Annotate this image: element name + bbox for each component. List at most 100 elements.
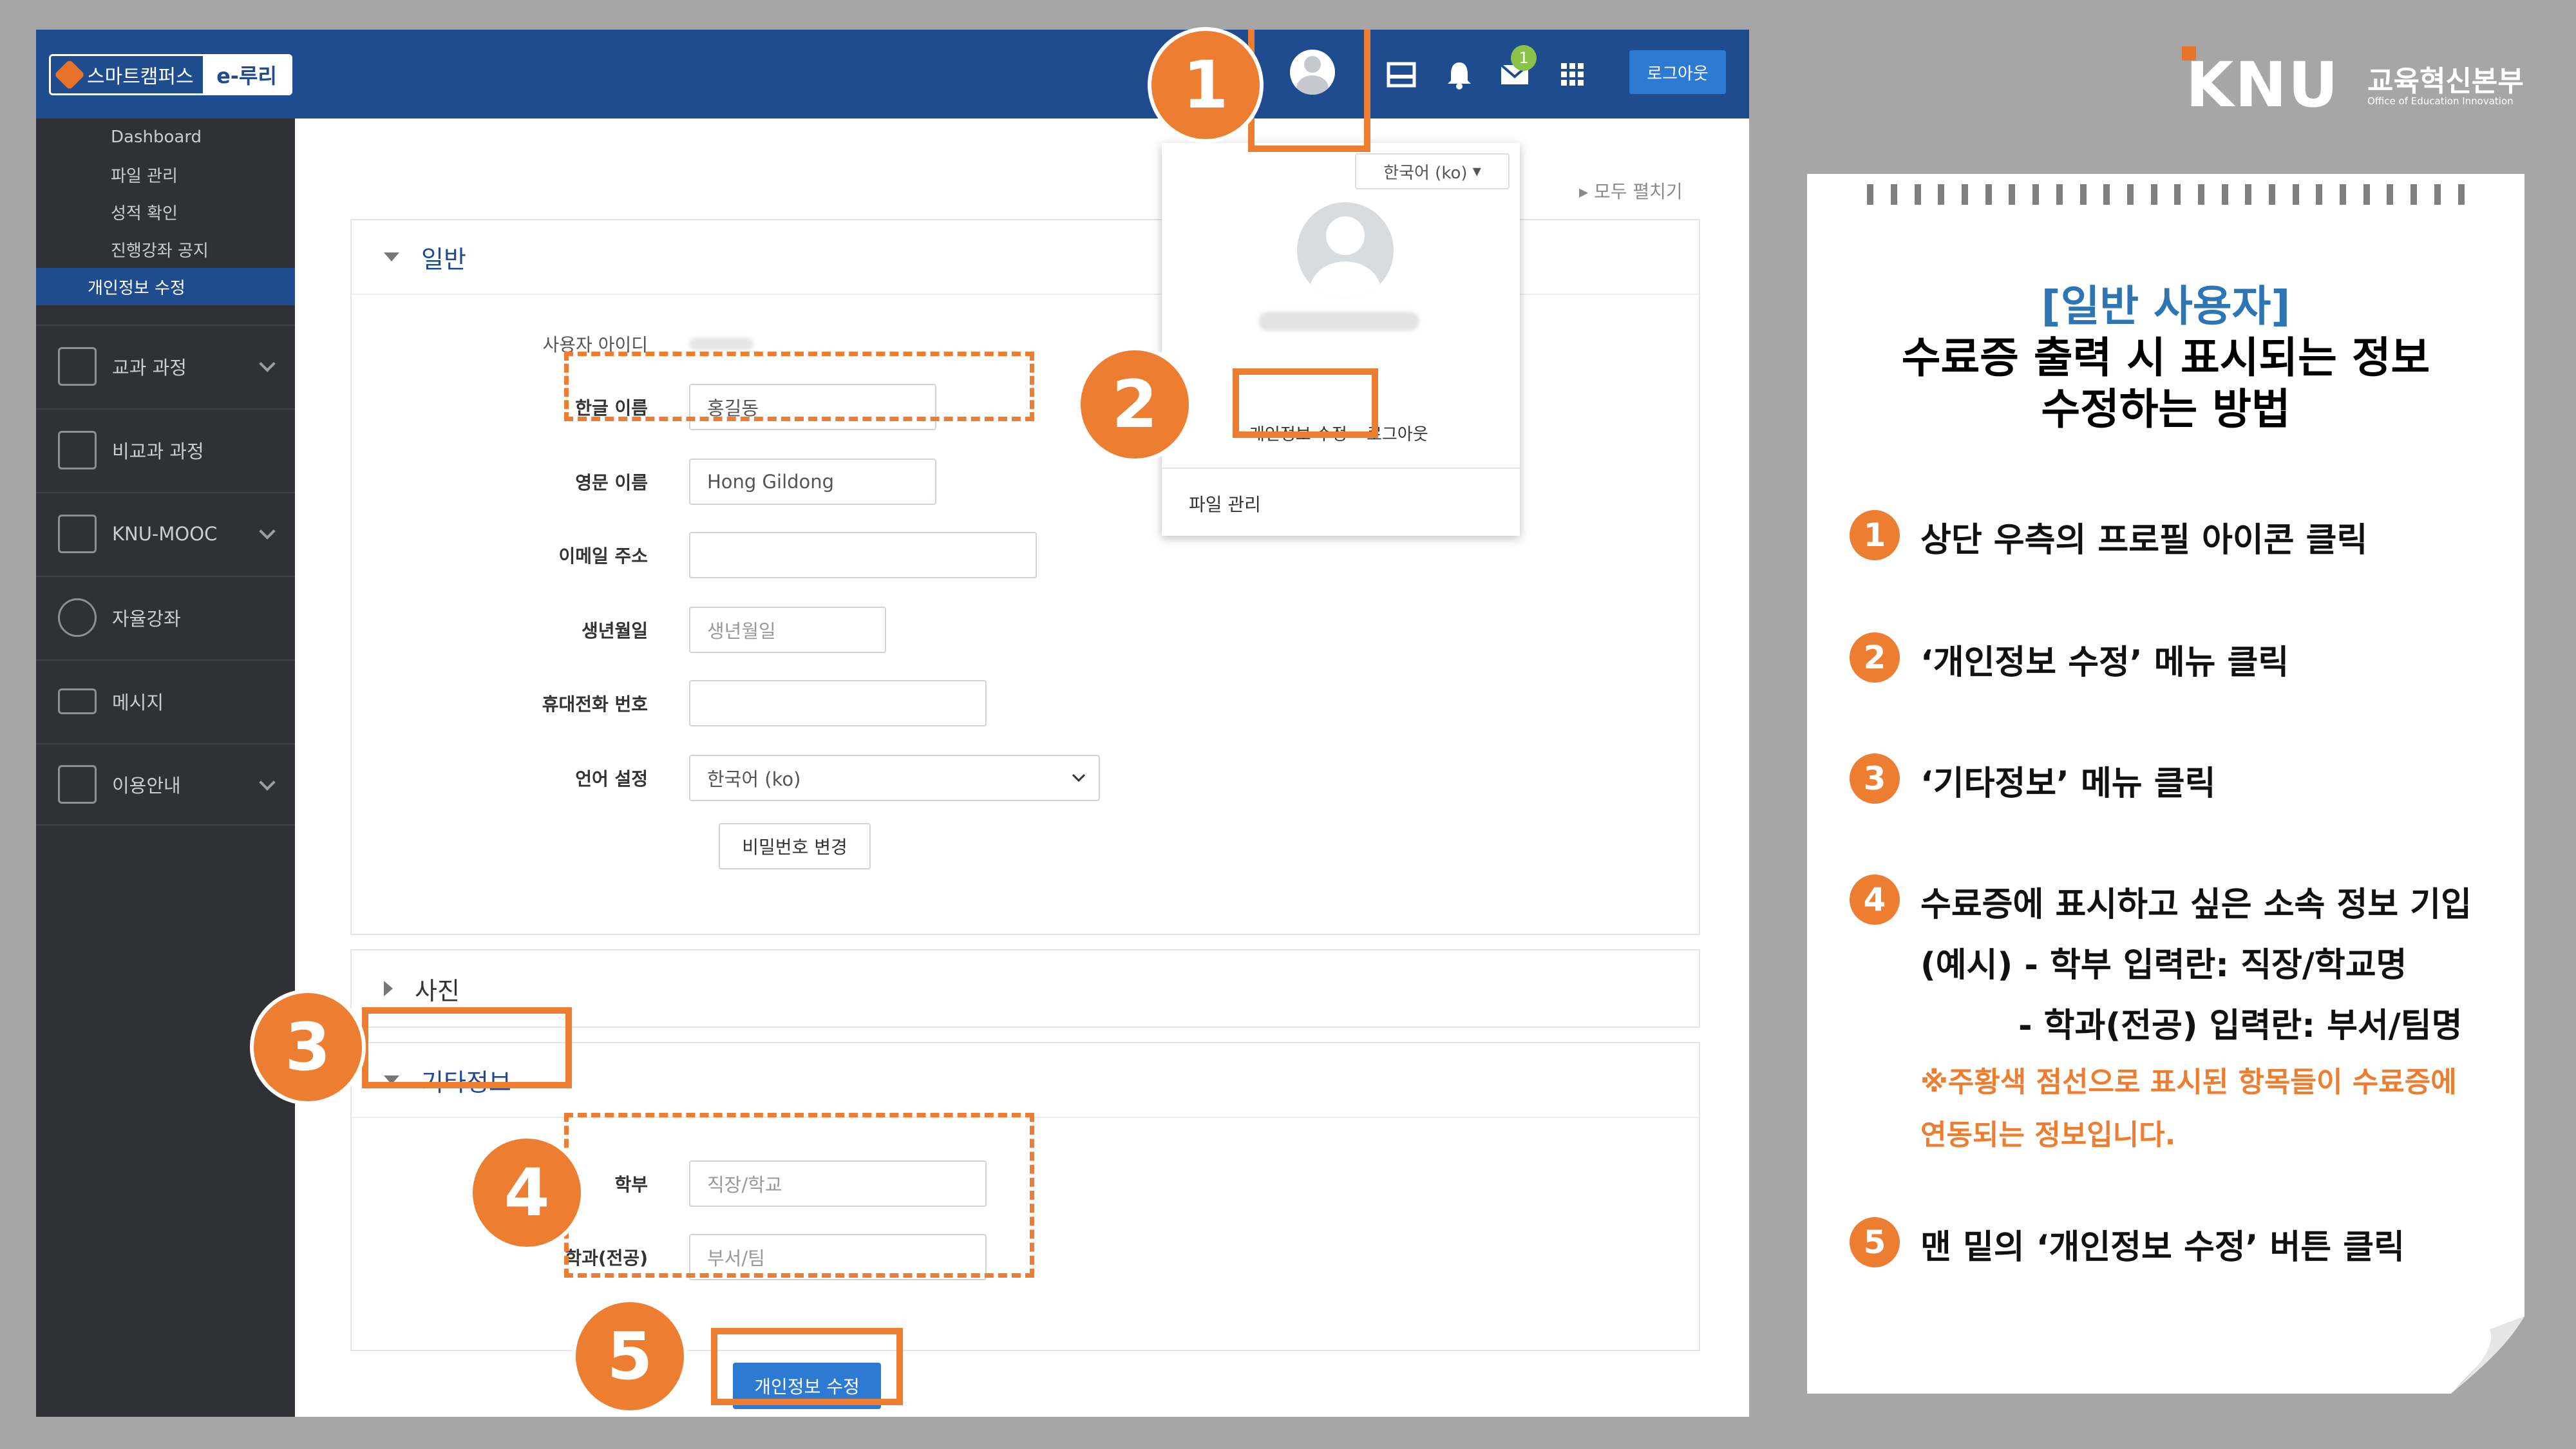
sidebar-item-label: 교과 과정 (112, 357, 187, 379)
sidebar-item-label: 자율강좌 (112, 608, 181, 630)
step-1-number: 1 (1850, 510, 1900, 560)
knu-logo: KNU (2186, 49, 2340, 121)
brand-name-kr: 교육혁신본부 (2367, 65, 2524, 98)
highlight-save-button (711, 1328, 903, 1405)
map-icon (58, 765, 97, 804)
people-icon (58, 598, 97, 637)
email-input[interactable] (689, 532, 1037, 578)
dropdown-divider (1162, 468, 1520, 469)
knu-brand: KNU 교육혁신본부 Office of Education Innovatio… (2182, 37, 2533, 121)
step-4-number: 4 (1850, 875, 1900, 925)
bell-icon[interactable] (1434, 49, 1485, 100)
phone-input[interactable] (689, 680, 987, 726)
callout-1: 1 (1148, 27, 1264, 143)
field-english-name: 영문 이름 Hong Gildong (352, 459, 936, 505)
apps-grid-icon[interactable] (1547, 49, 1598, 100)
chevron-down-icon (259, 523, 276, 540)
user-avatar-icon (1297, 202, 1394, 299)
step-5-number: 5 (1850, 1217, 1900, 1267)
monitor-icon (58, 515, 97, 553)
sidebar-item-label: 메시지 (112, 692, 164, 714)
birthday-input[interactable]: 생년월일 (689, 607, 886, 653)
step-4-text: 수료증에 표시하고 싶은 소속 정보 기입 (1920, 886, 2472, 924)
sidebar-sub-dashboard[interactable]: Dashboard (36, 118, 295, 156)
language-label: 언어 설정 (575, 768, 648, 790)
field-phone: 휴대전화 번호 (352, 680, 987, 726)
language-select[interactable]: 한국어 (ko) (689, 755, 1100, 801)
logout-button[interactable]: 로그아웃 (1629, 50, 1726, 94)
sidebar-item-guide[interactable]: 이용안내 (36, 743, 295, 826)
logo-brand: e-루리 (203, 56, 290, 93)
page-curl-icon (2451, 1316, 2524, 1394)
step-3-text: ‘기타정보’ 메뉴 클릭 (1920, 764, 2216, 803)
dropdown-language-select[interactable]: 한국어 (ko) ▾ (1355, 153, 1510, 189)
step-2-text: ‘개인정보 수정’ 메뉴 클릭 (1920, 643, 2289, 682)
sidebar-sub-notices[interactable]: 진행강좌 공지 (36, 231, 295, 268)
callout-4: 4 (469, 1135, 585, 1251)
sidebar-item-self-study[interactable]: 자율강좌 (36, 576, 295, 658)
english-name-label: 영문 이름 (575, 472, 648, 493)
brand-name-en: Office of Education Innovation (2367, 95, 2514, 107)
step-4-note-1: ※주황색 점선으로 표시된 항목들이 수료증에 (1920, 1066, 2457, 1099)
sidebar-item-label: KNU-MOOC (112, 523, 218, 545)
notepad-binding (1807, 184, 2524, 205)
section-title: 사진 (415, 976, 460, 1005)
step-4-example-1: (예시) - 학부 입력란: 직장/학교명 (1920, 946, 2407, 985)
english-name-input[interactable]: Hong Gildong (689, 459, 936, 505)
sidebar-sub-edit-profile[interactable]: 개인정보 수정 (36, 268, 295, 305)
collapse-triangle-icon (384, 252, 399, 261)
change-password-button[interactable]: 비밀번호 변경 (719, 823, 871, 869)
lms-window: 스마트캠퍼스 e-루리 1 로그아웃 Dashboard 파일 관리 성적 확인… (36, 30, 1749, 1417)
callout-3: 3 (250, 989, 366, 1105)
highlight-korean-name (564, 352, 1034, 421)
callout-5: 5 (572, 1298, 688, 1414)
highlight-profile-icon (1248, 30, 1370, 152)
highlight-edit-profile-menu (1233, 368, 1378, 438)
expand-all-link[interactable]: ▸ 모두 펼치기 (1579, 178, 1683, 204)
phone-label: 휴대전화 번호 (542, 694, 648, 715)
field-birthday: 생년월일 생년월일 (352, 607, 886, 653)
birthday-label: 생년월일 (581, 620, 648, 641)
message-count-badge: 1 (1511, 45, 1537, 71)
envelope-icon (58, 688, 97, 714)
highlight-affiliation (564, 1113, 1034, 1278)
highlight-other-info (362, 1007, 572, 1088)
dropdown-file-manage-link[interactable]: 파일 관리 (1189, 491, 1261, 516)
section-title: 일반 (421, 245, 466, 274)
chevron-down-icon (259, 355, 276, 372)
step-4-example-2: - 학과(전공) 입력란: 부서/팀명 (2018, 1007, 2463, 1045)
step-3-number: 3 (1850, 753, 1900, 804)
card-icon[interactable] (1376, 49, 1427, 100)
sidebar-item-curriculum[interactable]: 교과 과정 (36, 325, 295, 407)
expand-triangle-icon (384, 981, 393, 996)
sidebar: Dashboard 파일 관리 성적 확인 진행강좌 공지 개인정보 수정 교과… (36, 118, 295, 1417)
guide-panel: [일반 사용자] 수료증 출력 시 표시되는 정보 수정하는 방법 1 상단 우… (1807, 174, 2524, 1394)
sidebar-item-label: 이용안내 (112, 775, 181, 797)
sidebar-sub-grades[interactable]: 성적 확인 (36, 193, 295, 231)
sidebar-item-extracurricular[interactable]: 비교과 과정 (36, 408, 295, 491)
profile-dropdown: 한국어 (ko) ▾ 개인정보 수정 로그아웃 파일 관리 (1162, 143, 1520, 536)
field-email: 이메일 주소 (352, 532, 1037, 578)
step-5-text: 맨 밑의 ‘개인정보 수정’ 버튼 클릭 (1920, 1228, 2405, 1267)
step-1-text: 상단 우측의 프로필 아이콘 클릭 (1920, 521, 2368, 560)
open-book-icon (58, 431, 97, 469)
field-language: 언어 설정 한국어 (ko) (352, 755, 1100, 801)
step-2-number: 2 (1850, 632, 1900, 683)
chevron-down-icon (259, 774, 276, 791)
callout-2: 2 (1077, 346, 1193, 462)
guide-title-line2: 수정하는 방법 (2041, 384, 2291, 434)
book-icon (58, 347, 97, 386)
sidebar-item-knu-mooc[interactable]: KNU-MOOC (36, 492, 295, 574)
user-name-blurred (1258, 312, 1419, 331)
logo-text: 스마트캠퍼스 (87, 66, 194, 88)
email-label: 이메일 주소 (558, 545, 648, 567)
sidebar-sub-files[interactable]: 파일 관리 (36, 156, 295, 193)
sidebar-item-messages[interactable]: 메시지 (36, 659, 295, 742)
chevron-down-icon (1072, 773, 1086, 782)
logo-mark-icon (53, 59, 86, 91)
smart-campus-logo[interactable]: 스마트캠퍼스 e-루리 (49, 54, 292, 95)
top-navbar: 스마트캠퍼스 e-루리 1 로그아웃 (36, 30, 1749, 118)
sidebar-item-label: 비교과 과정 (112, 440, 204, 462)
step-4-note-2: 연동되는 정보입니다. (1920, 1119, 2176, 1151)
user-id-blurred (689, 337, 753, 350)
